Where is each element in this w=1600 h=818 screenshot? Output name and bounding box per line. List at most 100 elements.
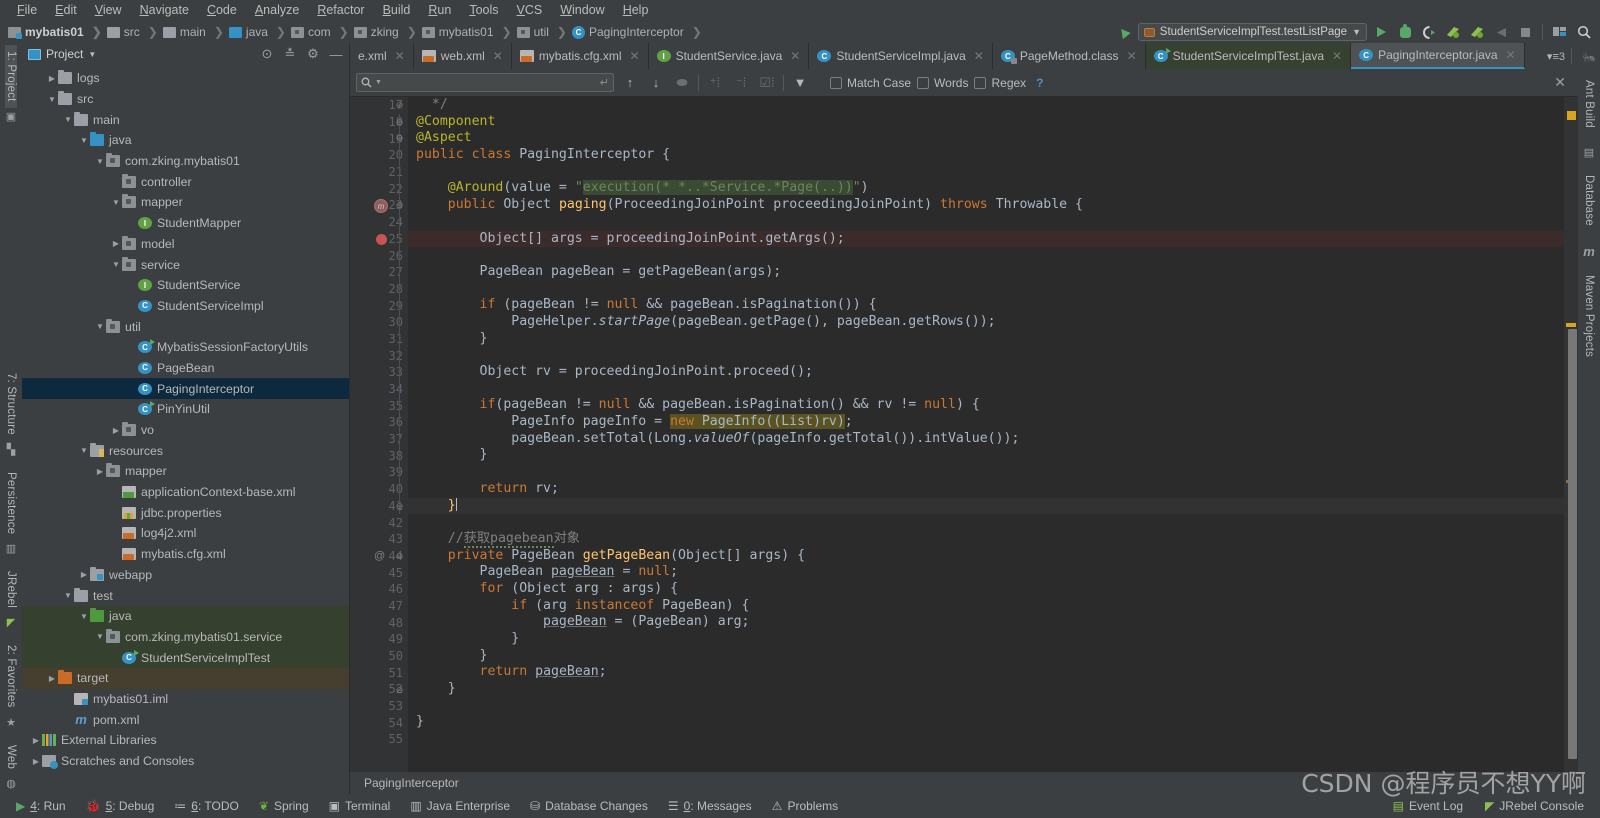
code-line[interactable]: @Component	[408, 114, 1564, 131]
editor-tab-studentserviceimpl-java[interactable]: CStudentServiceImpl.java✕	[809, 43, 992, 69]
code-line[interactable]: PageInfo pageInfo = new PageInfo((List)r…	[408, 414, 1564, 431]
tree-item[interactable]: ▶Scratches and Consoles	[22, 751, 349, 772]
close-icon[interactable]: ✕	[630, 49, 640, 63]
menu-item-code[interactable]: Code	[198, 0, 246, 21]
chevron-down-icon[interactable]: ▼	[62, 591, 74, 600]
tree-item[interactable]: ▼com.zking.mybatis01.service	[22, 627, 349, 648]
tree-item[interactable]: ▼com.zking.mybatis01	[22, 151, 349, 172]
menu-item-analyze[interactable]: Analyze	[246, 0, 308, 21]
updates-arrow-icon[interactable]	[1114, 23, 1134, 41]
code-line[interactable]	[408, 281, 1564, 298]
code-line[interactable]	[408, 731, 1564, 748]
close-icon[interactable]: ✕	[790, 49, 800, 63]
build-button[interactable]	[1491, 23, 1511, 41]
editor-tab-studentservice-java[interactable]: IStudentService.java✕	[649, 43, 810, 69]
sidebar-item-structure[interactable]: 7: Structure	[5, 367, 17, 441]
sidebar-item-project[interactable]: 1: Project	[5, 45, 17, 108]
status-bar-item-terminal[interactable]: ▣Terminal	[319, 799, 401, 813]
status-bar-item-5-debug[interactable]: 🐞5: Debug	[76, 799, 165, 813]
close-icon[interactable]: ✕	[395, 49, 405, 63]
tree-item[interactable]: ▶target	[22, 668, 349, 689]
menu-item-file[interactable]: File	[8, 0, 46, 21]
editor-tab-pagemethod-class[interactable]: CPageMethod.class✕	[993, 43, 1146, 69]
tree-item[interactable]: log4j2.xml	[22, 523, 349, 544]
chevron-right-icon[interactable]: ▶	[30, 736, 42, 745]
status-bar-item-spring[interactable]: ❦Spring	[249, 799, 319, 813]
chevron-down-icon[interactable]: ▼	[94, 322, 106, 331]
code-line[interactable]: pageBean.setTotal(Long.valueOf(pageInfo.…	[408, 431, 1564, 448]
tree-item[interactable]: ▼src	[22, 89, 349, 110]
status-bar-item-4-run[interactable]: ▶4: Run	[6, 799, 76, 813]
code-line[interactable]	[408, 381, 1564, 398]
code-line[interactable]: return rv;	[408, 481, 1564, 498]
run-with-jrebel-button[interactable]	[1443, 23, 1463, 41]
close-icon[interactable]: ✕	[493, 49, 503, 63]
chevron-right-icon[interactable]: ▶	[46, 674, 58, 683]
code-line[interactable]: @Aspect	[408, 130, 1564, 147]
close-icon[interactable]: ✕	[1332, 49, 1342, 63]
tree-item[interactable]: ▶vo	[22, 420, 349, 441]
run-coverage-button[interactable]	[1419, 23, 1439, 41]
close-find-button[interactable]: ✕	[1548, 74, 1572, 91]
select-all-occurrences-button[interactable]: ⬬	[672, 73, 692, 93]
editor-tab-paginginterceptor-java[interactable]: CPagingInterceptor.java✕	[1351, 43, 1524, 69]
status-bar-item-0-messages[interactable]: ☰0: Messages	[658, 799, 762, 813]
status-bar-item-jrebel-console[interactable]: ◤JRebel Console	[1475, 799, 1594, 813]
tabs-overflow-button[interactable]: ▾≡3	[1547, 50, 1565, 63]
tree-item[interactable]: ▶External Libraries	[22, 730, 349, 751]
code-line[interactable]: }	[408, 681, 1564, 698]
tree-item[interactable]: CStudentServiceImpl	[22, 296, 349, 317]
chevron-down-icon[interactable]: ▼	[94, 157, 106, 166]
menu-item-run[interactable]: Run	[419, 0, 460, 21]
code-lines[interactable]: */@Component@Aspectpublic class PagingIn…	[408, 97, 1564, 772]
hide-icon[interactable]: —	[327, 47, 345, 62]
menu-item-build[interactable]: Build	[374, 0, 420, 21]
chevron-down-icon[interactable]: ▼	[88, 50, 96, 59]
tree-item[interactable]: CPageBean	[22, 358, 349, 379]
tree-item[interactable]: ▼test	[22, 585, 349, 606]
menu-item-view[interactable]: View	[86, 0, 131, 21]
stop-button[interactable]	[1515, 23, 1535, 41]
chevron-down-icon[interactable]: ▼	[62, 115, 74, 124]
tree-item[interactable]: controller	[22, 171, 349, 192]
status-bar-item-java-enterprise[interactable]: ▥Java Enterprise	[400, 799, 520, 813]
breadcrumb-item-mybatis01[interactable]: mybatis01❯	[6, 25, 105, 39]
chevron-right-icon[interactable]: ▶	[78, 570, 90, 579]
code-line[interactable]: PageBean pageBean = null;	[408, 564, 1564, 581]
sidebar-item-ant-build[interactable]: Ant Build	[1583, 74, 1595, 134]
regex-checkbox[interactable]: Regex	[974, 76, 1026, 90]
code-line[interactable]: return pageBean;	[408, 664, 1564, 681]
error-stripe-marker-bar[interactable]	[1564, 97, 1578, 772]
code-line[interactable]	[408, 514, 1564, 531]
code-editor[interactable]: 1718192021222324252627282930313233343536…	[350, 97, 1578, 772]
tree-item[interactable]: mybatis01.iml	[22, 689, 349, 710]
status-bar-item-database-changes[interactable]: ⛁Database Changes	[520, 799, 658, 813]
filter-icon[interactable]: ▼	[790, 73, 810, 93]
tree-item[interactable]: CMybatisSessionFactoryUtils	[22, 337, 349, 358]
code-line[interactable]: }	[408, 498, 1564, 515]
tree-item[interactable]: CPagingInterceptor	[22, 378, 349, 399]
run-configuration-selector[interactable]: StudentServiceImplTest.testListPage ▼	[1138, 23, 1367, 41]
find-next-button[interactable]: ↓	[646, 73, 666, 93]
sidebar-item-maven-projects[interactable]: Maven Projects	[1583, 269, 1595, 363]
editor-gutter[interactable]: 1718192021222324252627282930313233343536…	[350, 97, 408, 772]
words-checkbox[interactable]: Words	[917, 76, 968, 90]
chevron-down-icon[interactable]: ▼	[78, 136, 90, 145]
code-line[interactable]	[408, 464, 1564, 481]
tree-item[interactable]: ▼java	[22, 606, 349, 627]
tree-item[interactable]: IStudentService	[22, 275, 349, 296]
tree-item[interactable]: ▶webapp	[22, 565, 349, 586]
code-line[interactable]: @Around(value = "execution(* *..*Service…	[408, 180, 1564, 197]
editor-tab-studentserviceimpltest-java[interactable]: CStudentServiceImplTest.java✕	[1146, 43, 1351, 69]
code-line[interactable]: pageBean = (PageBean) arg;	[408, 614, 1564, 631]
chevron-right-icon[interactable]: ▶	[46, 74, 58, 83]
tree-item[interactable]: mpom.xml	[22, 709, 349, 730]
editor-tabs[interactable]: e.xml✕web.xml✕mybatis.cfg.xml✕IStudentSe…	[350, 43, 1578, 69]
menu-item-refactor[interactable]: Refactor	[308, 0, 373, 21]
find-previous-button[interactable]: ↑	[620, 73, 640, 93]
close-icon[interactable]: ✕	[974, 49, 984, 63]
chevron-right-icon[interactable]: ▶	[30, 757, 42, 766]
tree-item[interactable]: IStudentMapper	[22, 213, 349, 234]
code-line[interactable]: public class PagingInterceptor {	[408, 147, 1564, 164]
close-icon[interactable]: ✕	[1506, 48, 1516, 62]
